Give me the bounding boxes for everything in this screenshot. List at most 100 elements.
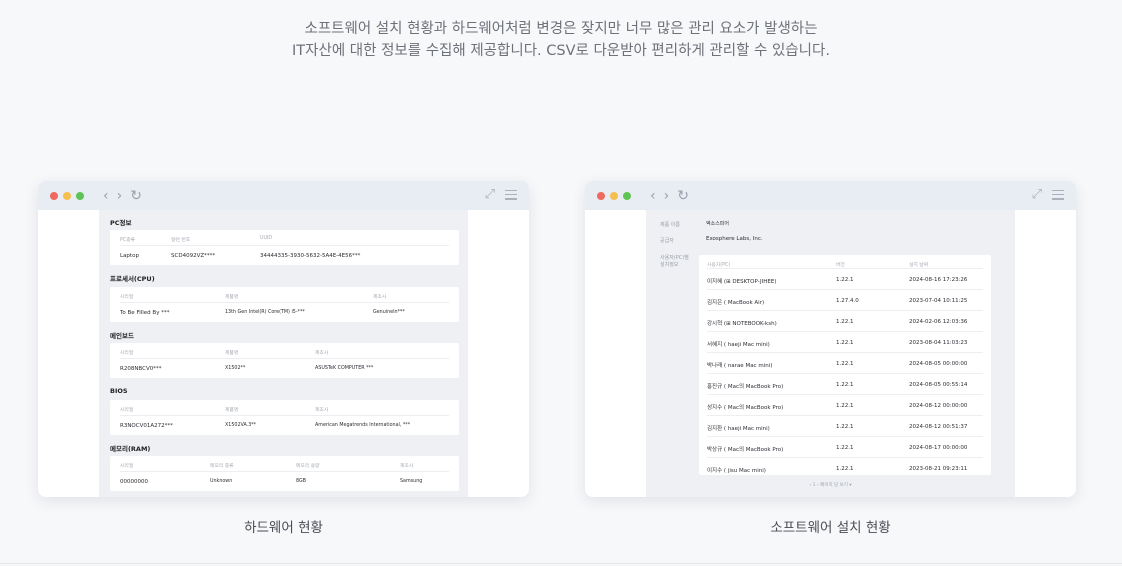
reload-icon[interactable]: ↻ — [130, 188, 142, 204]
column-header: 제조사 — [315, 408, 329, 413]
table-row[interactable]: 박상규 ( Mac의 MacBook Pro) 1.22.1 2024-08-1… — [699, 436, 991, 457]
install-date-cell: 2024-08-12 00:51:37 — [909, 424, 968, 430]
hardware-panel: PC정보 PC종류 일련 번호 UUID Laptop SCD4092VZ***… — [99, 210, 468, 497]
user-pc-cell: 강시혁 (⊞ NOTEBOOK-ksh) — [707, 321, 777, 327]
cell-value: 8GB — [296, 479, 307, 484]
vendor-label: 공급자 — [660, 238, 674, 244]
software-window: ‹ › ↻ ⤢ 제품 이름 엑소스피어 공급자 Exosphere Labs, … — [585, 181, 1076, 497]
version-cell: 1.22.1 — [836, 277, 854, 283]
user-pc-cell: 김지환 ( haeji Mac mini) — [707, 426, 770, 432]
mainboard-card: 시리얼 제품명 제조사 R208NBCV0*** X1502** ASUSTeK… — [110, 343, 459, 378]
divider — [0, 563, 1122, 564]
pagination[interactable]: ‹ 1 › 페이지 당 보기 ▾ — [646, 482, 1015, 488]
software-panel: 제품 이름 엑소스피어 공급자 Exosphere Labs, Inc. 사용자… — [646, 210, 1015, 497]
reload-icon[interactable]: ↻ — [677, 188, 689, 204]
table-row[interactable]: 박나래 ( narae Mac mini) 1.22.1 2024-08-05 … — [699, 352, 991, 373]
cell-value: SCD4092VZ**** — [171, 253, 216, 259]
version-cell: 1.22.1 — [836, 319, 854, 325]
install-date-cell: 2023-07-04 10:11:25 — [909, 298, 968, 304]
hamburger-menu-icon[interactable] — [1052, 189, 1064, 200]
bios-card: 시리얼 제품명 제조사 R3NOCV01A272*** X1502VA.3** … — [110, 400, 459, 435]
product-name-value: 엑소스피어 — [706, 221, 730, 227]
minimize-dot-icon[interactable] — [610, 191, 618, 200]
minimize-dot-icon[interactable] — [63, 191, 71, 200]
table-row[interactable]: 이지수 ( jisu Mac mini) 1.22.1 2023-08-21 0… — [699, 457, 991, 478]
user-pc-cell: 홍진규 ( Mac의 MacBook Pro) — [707, 384, 784, 390]
chevron-right-icon[interactable]: › — [117, 188, 123, 204]
version-cell: 1.22.1 — [836, 382, 854, 388]
maximize-dot-icon[interactable] — [76, 191, 84, 200]
user-pc-cell: 이지혜 (⊞ DESKTOP-JIHEE) — [707, 279, 777, 285]
column-header: 메모리 종류 — [210, 464, 234, 469]
users-label-1: 사용자(PC)별 — [660, 255, 689, 261]
install-date-cell: 2023-08-21 09:23:11 — [909, 466, 968, 472]
column-header: 버전 — [836, 263, 845, 268]
cell-value: R208NBCV0*** — [120, 366, 162, 372]
table-row[interactable]: 김지은 ( MacBook Air) 1.27.4.0 2023-07-04 1… — [699, 289, 991, 310]
user-pc-cell: 박나래 ( narae Mac mini) — [707, 363, 773, 369]
cell-value: Samsung — [400, 479, 423, 484]
close-dot-icon[interactable] — [597, 191, 605, 200]
column-header: 제조사 — [373, 295, 387, 300]
install-date-cell: 2023-08-04 11:03:23 — [909, 340, 968, 346]
cell-value: GenuineIn*** — [373, 310, 405, 315]
user-pc-cell: 성지수 ( Mac의 MacBook Pro) — [707, 405, 784, 411]
section-title-pc: PC정보 — [110, 219, 132, 227]
column-header: 제품명 — [225, 408, 239, 413]
table-row[interactable]: 홍진규 ( Mac의 MacBook Pro) 1.22.1 2024-08-0… — [699, 373, 991, 394]
cell-value: X1502VA.3** — [225, 423, 257, 428]
cell-value: R3NOCV01A272*** — [120, 423, 173, 429]
expand-icon[interactable]: ⤢ — [485, 187, 495, 202]
cell-value: Unknown — [210, 479, 233, 484]
chevron-left-icon[interactable]: ‹ — [103, 188, 109, 204]
expand-icon[interactable]: ⤢ — [1032, 187, 1042, 202]
hamburger-menu-icon[interactable] — [505, 189, 517, 200]
cell-value: ASUSTeK COMPUTER *** — [315, 366, 374, 371]
hardware-caption: 하드웨어 현황 — [244, 520, 323, 536]
install-date-cell: 2024-02-06 12:03:36 — [909, 319, 968, 325]
chevron-right-icon[interactable]: › — [664, 188, 670, 204]
table-row[interactable]: 성지수 ( Mac의 MacBook Pro) 1.22.1 2024-08-1… — [699, 394, 991, 415]
table-row[interactable]: 김지환 ( haeji Mac mini) 1.22.1 2024-08-12 … — [699, 415, 991, 436]
vendor-value: Exosphere Labs, Inc. — [706, 236, 763, 242]
install-date-cell: 2024-08-12 00:00:00 — [909, 403, 968, 409]
chevron-left-icon[interactable]: ‹ — [650, 188, 656, 204]
table-row[interactable]: 서혜지 ( haeji Mac mini) 1.22.1 2023-08-04 … — [699, 331, 991, 352]
cell-value: X1502** — [225, 366, 246, 371]
column-header: 시리얼 — [120, 351, 134, 356]
table-row[interactable]: 이지혜 (⊞ DESKTOP-JIHEE) 1.22.1 2024-08-16 … — [699, 268, 991, 289]
intro-line-2: IT자산에 대한 정보를 수집해 제공합니다. CSV로 다운받아 편리하게 관… — [292, 43, 830, 59]
cell-value: To Be Filled By *** — [120, 310, 170, 316]
version-cell: 1.22.1 — [836, 403, 854, 409]
user-pc-cell: 서혜지 ( haeji Mac mini) — [707, 342, 770, 348]
column-header: 제품명 — [225, 295, 239, 300]
maximize-dot-icon[interactable] — [623, 191, 631, 200]
section-title-mainboard: 메인보드 — [110, 332, 134, 340]
column-header: 시리얼 — [120, 464, 134, 469]
version-cell: 1.22.1 — [836, 445, 854, 451]
install-date-cell: 2024-08-17 00:00:00 — [909, 445, 968, 451]
cell-value: Laptop — [120, 253, 139, 259]
column-header: 메모리 용량 — [296, 464, 320, 469]
column-header: 설치 날짜 — [909, 263, 929, 268]
section-title-bios: BIOS — [110, 387, 128, 395]
column-header: 일련 번호 — [171, 238, 191, 243]
column-header: 제조사 — [315, 351, 329, 356]
window-titlebar: ‹ › ↻ ⤢ — [38, 181, 529, 210]
cpu-card: 시리얼 제품명 제조사 To Be Filled By *** 13th Gen… — [110, 287, 459, 322]
column-header: UUID — [260, 236, 273, 241]
close-dot-icon[interactable] — [50, 191, 58, 200]
window-titlebar: ‹ › ↻ ⤢ — [585, 181, 1076, 210]
cell-value: 34444335-3930-5632-5A4E-4E56*** — [260, 253, 361, 259]
version-cell: 1.27.4.0 — [836, 298, 859, 304]
version-cell: 1.22.1 — [836, 424, 854, 430]
intro-text: 소프트웨어 설치 현황과 하드웨어처럼 변경은 잦지만 너무 많은 관리 요소가… — [0, 18, 1122, 62]
memory-card: 시리얼 메모리 종류 메모리 용량 제조사 00000000 Unknown 8… — [110, 456, 459, 491]
user-pc-cell: 김지은 ( MacBook Air) — [707, 300, 765, 306]
software-caption: 소프트웨어 설치 현황 — [770, 520, 891, 536]
install-date-cell: 2024-08-16 17:23:26 — [909, 277, 968, 283]
install-table: 사용자(PC) 버전 설치 날짜 이지혜 (⊞ DESKTOP-JIHEE) 1… — [699, 255, 991, 475]
user-pc-cell: 이지수 ( jisu Mac mini) — [707, 468, 766, 474]
table-row[interactable]: 강시혁 (⊞ NOTEBOOK-ksh) 1.22.1 2024-02-06 1… — [699, 310, 991, 331]
column-header: 제조사 — [400, 464, 414, 469]
